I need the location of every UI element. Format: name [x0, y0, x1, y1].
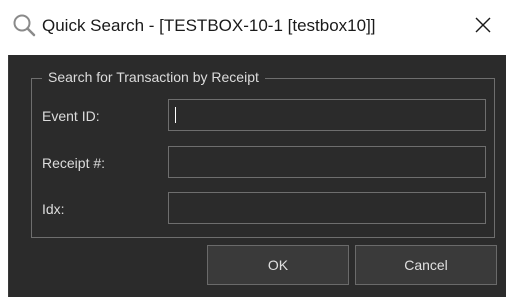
event-id-input[interactable] [168, 99, 486, 131]
event-id-label: Event ID: [42, 108, 100, 124]
search-icon [12, 13, 36, 37]
receipt-number-label: Receipt #: [42, 155, 106, 171]
dialog-body: Search for Transaction by Receipt Event … [8, 55, 506, 297]
window-title: Quick Search - [TESTBOX-10-1 [testbox10]… [42, 16, 376, 35]
quick-search-window: Quick Search - [TESTBOX-10-1 [testbox10]… [0, 0, 506, 297]
title-bar[interactable]: Quick Search - [TESTBOX-10-1 [testbox10]… [0, 0, 506, 55]
idx-label: Idx: [42, 201, 65, 217]
cancel-button[interactable]: Cancel [355, 245, 497, 285]
group-legend: Search for Transaction by Receipt [42, 69, 265, 85]
idx-input[interactable] [168, 192, 486, 224]
receipt-number-input[interactable] [168, 146, 486, 178]
close-button[interactable] [460, 0, 506, 55]
text-cursor [175, 107, 176, 123]
close-icon [475, 17, 491, 38]
ok-button[interactable]: OK [207, 245, 349, 285]
